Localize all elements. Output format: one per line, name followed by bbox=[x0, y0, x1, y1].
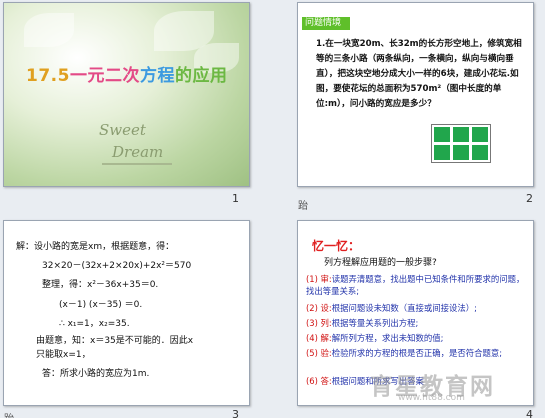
step-key: (2) 设: bbox=[306, 303, 332, 313]
solution-line: (x－1) (x－35) ＝0. bbox=[59, 300, 143, 310]
step-key: (5) 验: bbox=[306, 348, 332, 358]
problem-text: 1.在一块宽20m、长32m的长方形空地上，修筑宽相等的三条小路（两条纵向，一条… bbox=[316, 39, 522, 109]
title-part: 方程 bbox=[139, 66, 175, 86]
section-tag: 问题情境 bbox=[302, 17, 350, 30]
garden-bed bbox=[453, 127, 469, 142]
slide-subheading: 列方程解应用题的一般步骤? bbox=[324, 258, 437, 268]
slide-note: 跆 bbox=[298, 201, 308, 212]
slide-heading: 忆一忆： bbox=[312, 239, 361, 253]
step-item: (5) 验:检验所求的方程的根是否正确，是否符合题意; bbox=[306, 347, 528, 359]
script-text: Sweet bbox=[99, 121, 146, 139]
solution-line: 只能取x=1， bbox=[36, 350, 91, 360]
step-key: (4) 解: bbox=[306, 333, 332, 343]
leaf-decoration bbox=[24, 13, 74, 47]
garden-bed bbox=[453, 145, 469, 160]
step-item: (1) 审:读题弄清题意，找出题中已知条件和所要求的问题，找出等量关系; bbox=[306, 273, 528, 297]
slide-title: 17.5一元二次方程的应用 bbox=[26, 61, 227, 86]
slide-note: 跆 bbox=[4, 410, 14, 418]
slide-number: 1 bbox=[232, 192, 239, 205]
watermark-url: www.ht88.com bbox=[398, 393, 465, 403]
slide-thumbnail-4[interactable]: 忆一忆： 列方程解应用题的一般步骤? (1) 审:读题弄清题意，找出题中已知条件… bbox=[297, 220, 534, 406]
step-text: 根据问题设未知数（直接或间接设法）; bbox=[331, 303, 477, 313]
step-text: 读题弄清题意，找出题中已知条件和所要求的问题，找出等量关系; bbox=[306, 274, 525, 296]
slide-thumbnail-3[interactable]: 解：设小路的宽是xm，根据题意，得： 32×20－(32x+2×20x)+2x²… bbox=[3, 220, 250, 406]
step-text: 解所列方程，求出未知数的值; bbox=[331, 333, 444, 343]
script-text: Dream bbox=[112, 143, 164, 161]
title-part: 的应用 bbox=[174, 66, 228, 86]
step-item: (4) 解:解所列方程，求出未知数的值; bbox=[306, 332, 528, 344]
step-key: (3) 列: bbox=[306, 318, 332, 328]
solution-line: 解：设小路的宽是xm，根据题意，得： bbox=[16, 242, 175, 252]
garden-diagram bbox=[431, 124, 491, 163]
step-key: (1) 审: bbox=[306, 274, 332, 284]
step-key: (6) 答: bbox=[306, 376, 332, 386]
garden-bed bbox=[434, 127, 450, 142]
garden-bed bbox=[472, 145, 488, 160]
title-part: 17.5 bbox=[26, 66, 70, 86]
step-item: (3) 列:根据等量关系列出方程; bbox=[306, 317, 528, 329]
solution-line: ∴ x₁=1，x₂=35. bbox=[59, 319, 130, 329]
title-part: 一元二次 bbox=[69, 66, 140, 86]
solution-line: 整理，得：x²－36x+35＝0. bbox=[42, 280, 159, 290]
solution-line: 答：所求小路的宽应为1m. bbox=[42, 369, 150, 379]
step-text: 根据等量关系列出方程; bbox=[331, 318, 419, 328]
solution-line: 由题意，知：x＝35是不可能的．因此x bbox=[36, 336, 194, 346]
slide-number: 2 bbox=[526, 192, 533, 205]
step-text: 检验所求的方程的根是否正确，是否符合题意; bbox=[331, 348, 503, 358]
decorative-line bbox=[102, 163, 172, 165]
slide-thumbnail-2[interactable]: 问题情境 1.在一块宽20m、长32m的长方形空地上，修筑宽相等的三条小路（两条… bbox=[297, 2, 534, 187]
garden-bed bbox=[434, 145, 450, 160]
slide-number: 3 bbox=[232, 408, 239, 418]
garden-bed bbox=[472, 127, 488, 142]
solution-line: 32×20－(32x+2×20x)+2x²＝570 bbox=[42, 261, 192, 271]
slide-thumbnail-1[interactable]: 17.5一元二次方程的应用 Sweet Dream bbox=[3, 2, 250, 187]
step-item: (2) 设:根据问题设未知数（直接或间接设法）; bbox=[306, 302, 528, 314]
slide-number: 4 bbox=[526, 408, 533, 418]
